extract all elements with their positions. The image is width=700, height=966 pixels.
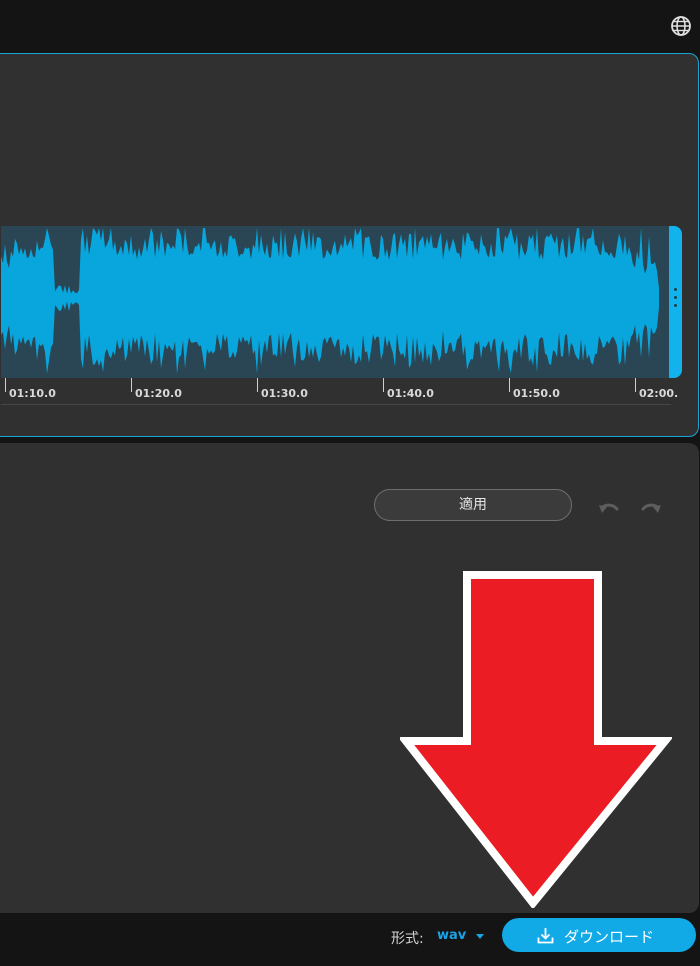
timeline-tick <box>383 378 384 392</box>
handle-grip-dot <box>674 304 677 307</box>
undo-icon[interactable] <box>596 499 622 519</box>
timeline-tick <box>131 378 132 392</box>
download-icon <box>537 928 554 944</box>
waveform-panel: 01:10.0 01:20.0 01:30.0 01:40.0 01:50.0 … <box>0 53 699 437</box>
timeline-ruler[interactable]: 01:10.0 01:20.0 01:30.0 01:40.0 01:50.0 … <box>1 378 678 405</box>
apply-button[interactable]: 適用 <box>374 489 572 521</box>
waveform-track[interactable] <box>1 226 671 378</box>
format-select[interactable]: wav <box>437 928 466 943</box>
timeline-tick-label: 01:40.0 <box>387 387 434 400</box>
audio-editor-screen: 01:10.0 01:20.0 01:30.0 01:40.0 01:50.0 … <box>0 0 700 966</box>
handle-grip-dot <box>674 296 677 299</box>
waveform[interactable] <box>1 226 659 378</box>
timeline-tick <box>635 378 636 392</box>
redo-icon[interactable] <box>638 499 664 519</box>
timeline-tick <box>509 378 510 392</box>
download-label: ダウンロード <box>564 928 655 946</box>
timeline-tick-label: 01:50.0 <box>513 387 560 400</box>
timeline-tick <box>257 378 258 392</box>
download-button[interactable]: ダウンロード <box>502 918 696 952</box>
selection-end-handle[interactable] <box>669 226 682 378</box>
waveform-shape <box>1 228 659 374</box>
top-bar <box>0 0 700 52</box>
timeline-tick-label: 01:10.0 <box>9 387 56 400</box>
timeline-tick-label: 01:20.0 <box>135 387 182 400</box>
handle-grip-dot <box>674 288 677 291</box>
timeline-tick-label: 02:00. <box>639 387 679 400</box>
timeline-tick-label: 01:30.0 <box>261 387 308 400</box>
timeline-tick <box>5 378 6 392</box>
globe-icon[interactable] <box>669 14 693 38</box>
caret-down-icon[interactable] <box>476 934 484 939</box>
format-label: 形式: <box>391 931 424 947</box>
big-red-down-arrow <box>400 571 672 908</box>
